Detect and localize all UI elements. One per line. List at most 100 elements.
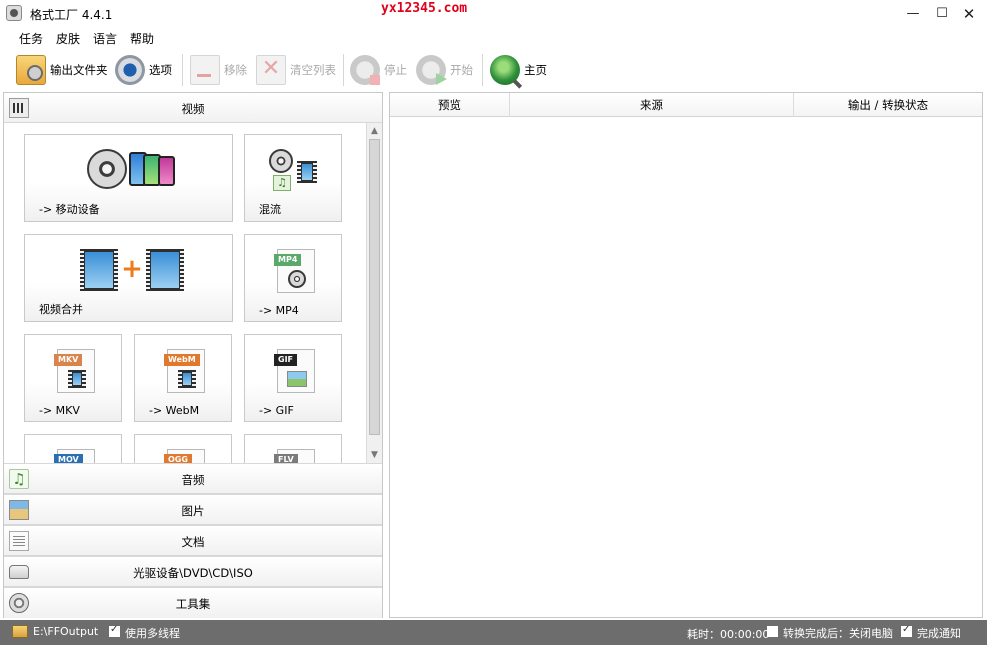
output-folder-label: 输出文件夹 [50, 63, 108, 77]
music-note-icon: ♫ [273, 175, 291, 191]
tile-to-flv[interactable]: FLV [244, 434, 342, 463]
close-button[interactable]: ✕ [959, 4, 979, 24]
film-strip-icon [297, 161, 317, 183]
window-title: 格式工厂 4.4.1 [30, 8, 113, 22]
maximize-button[interactable]: ☐ [932, 4, 952, 24]
tile-label: -> MP4 [259, 304, 299, 317]
category-image-label: 图片 [181, 504, 205, 518]
remove-button[interactable]: 移除 [190, 52, 247, 88]
picture-icon [287, 371, 307, 387]
film-strip-icon [146, 249, 184, 291]
shutdown-after-checkbox[interactable] [767, 626, 778, 637]
remove-icon [190, 55, 220, 85]
home-button[interactable]: 主页 [490, 52, 547, 88]
category-audio[interactable]: ♫ 音频 [4, 463, 382, 494]
film-strip-icon [68, 370, 86, 388]
home-globe-icon [490, 55, 520, 85]
tile-mux[interactable]: ♫ 混流 [244, 134, 342, 222]
file-type-badge: MP4 [274, 254, 302, 266]
stop-icon [350, 55, 380, 85]
category-rom-device[interactable]: 光驱设备\DVD\CD\ISO [4, 556, 382, 587]
tile-to-ogg[interactable]: OGG [134, 434, 232, 463]
category-video[interactable]: 视频 [4, 93, 382, 123]
gif-file-icon: GIF [274, 349, 315, 393]
file-type-badge: FLV [274, 454, 298, 463]
category-tools-label: 工具集 [175, 597, 211, 611]
scroll-down-arrow-icon[interactable]: ▼ [367, 447, 382, 463]
film-strip-icon [178, 370, 196, 388]
clear-list-label: 清空列表 [290, 63, 336, 77]
category-image[interactable]: 图片 [4, 494, 382, 525]
toolbar: 输出文件夹 选项 移除 ✕ 清空列表 停止 开始 主页 [0, 50, 987, 90]
title-bar: 格式工厂 4.4.1 yx12345.com — ☐ ✕ [0, 0, 987, 28]
menu-skin[interactable]: 皮肤 [56, 30, 80, 47]
notify-label: 完成通知 [917, 627, 961, 640]
category-panel: 视频 -> 移动设备 ♫ 混流 + 视频合并 MP4 -> MP4 MKV ->… [3, 92, 383, 618]
scroll-up-arrow-icon[interactable]: ▲ [367, 123, 382, 139]
menu-bar: 任务 皮肤 语言 帮助 [0, 28, 987, 48]
file-type-badge: WebM [164, 354, 200, 366]
scroll-thumb[interactable] [369, 139, 380, 435]
category-document[interactable]: 文档 [4, 525, 382, 556]
file-type-badge: MOV [54, 454, 83, 463]
tile-video-join[interactable]: + 视频合并 [24, 234, 233, 322]
output-path[interactable]: E:\FFOutput [33, 625, 98, 638]
webm-file-icon: WebM [164, 349, 205, 393]
start-icon [416, 55, 447, 85]
tile-label: -> MKV [39, 404, 80, 417]
tile-label: -> GIF [259, 404, 294, 417]
tile-to-webm[interactable]: WebM -> WebM [134, 334, 232, 422]
app-icon [6, 5, 22, 21]
column-preview[interactable]: 预览 [390, 93, 510, 117]
remove-label: 移除 [224, 63, 247, 77]
start-label: 开始 [450, 63, 473, 77]
toolbar-separator [482, 54, 483, 86]
mkv-file-icon: MKV [54, 349, 95, 393]
output-folder-button[interactable]: 输出文件夹 [16, 52, 108, 88]
clear-list-button[interactable]: ✕ 清空列表 [256, 52, 336, 88]
folder-icon [16, 55, 46, 85]
notify-checkbox[interactable] [901, 624, 912, 637]
video-scrollbar[interactable]: ▲ ▼ [366, 123, 382, 463]
tile-mobile-device[interactable]: -> 移动设备 [24, 134, 233, 222]
stop-label: 停止 [384, 63, 407, 77]
film-reel-icon [288, 270, 306, 288]
tile-to-mkv[interactable]: MKV -> MKV [24, 334, 122, 422]
film-reel-icon [87, 149, 127, 189]
clear-list-icon: ✕ [256, 55, 286, 85]
shutdown-after-label: 转换完成后：关闭电脑 [783, 627, 893, 640]
category-rom-label: 光驱设备\DVD\CD\ISO [133, 566, 253, 580]
stop-button[interactable]: 停止 [350, 52, 407, 88]
options-icon [115, 55, 145, 85]
status-bar: E:\FFOutput 使用多线程 耗时：00:00:00 转换完成后：关闭电脑… [0, 620, 987, 645]
ogg-file-icon: OGG [164, 449, 205, 463]
tile-to-gif[interactable]: GIF -> GIF [244, 334, 342, 422]
watermark-text: yx12345.com [381, 1, 468, 16]
mov-file-icon: MOV [54, 449, 95, 463]
mp4-file-icon: MP4 [274, 249, 315, 293]
home-label: 主页 [524, 63, 547, 77]
tile-label: -> WebM [149, 404, 200, 417]
menu-task[interactable]: 任务 [19, 30, 43, 47]
menu-help[interactable]: 帮助 [130, 30, 154, 47]
column-output-status[interactable]: 输出 / 转换状态 [794, 93, 982, 117]
plus-icon: + [121, 254, 143, 284]
output-folder-icon[interactable] [12, 625, 28, 638]
column-source[interactable]: 来源 [510, 93, 794, 117]
task-list-panel[interactable]: 预览 来源 输出 / 转换状态 [389, 92, 983, 618]
video-tiles-area: -> 移动设备 ♫ 混流 + 视频合并 MP4 -> MP4 MKV -> MK… [4, 123, 382, 463]
tile-to-mp4[interactable]: MP4 -> MP4 [244, 234, 342, 322]
toolbar-separator [182, 54, 183, 86]
tile-label: 视频合并 [39, 303, 83, 316]
options-button[interactable]: 选项 [115, 52, 172, 88]
menu-language[interactable]: 语言 [93, 30, 117, 47]
film-reel-icon [269, 149, 293, 173]
options-label: 选项 [149, 63, 172, 77]
category-tools[interactable]: 工具集 [4, 587, 382, 618]
toolbar-separator [343, 54, 344, 86]
multithread-checkbox[interactable] [109, 624, 120, 637]
minimize-button[interactable]: — [903, 4, 923, 24]
elapsed-time: 耗时：00:00:00 [687, 628, 770, 641]
start-button[interactable]: 开始 [416, 52, 473, 88]
tile-to-mov[interactable]: MOV [24, 434, 122, 463]
